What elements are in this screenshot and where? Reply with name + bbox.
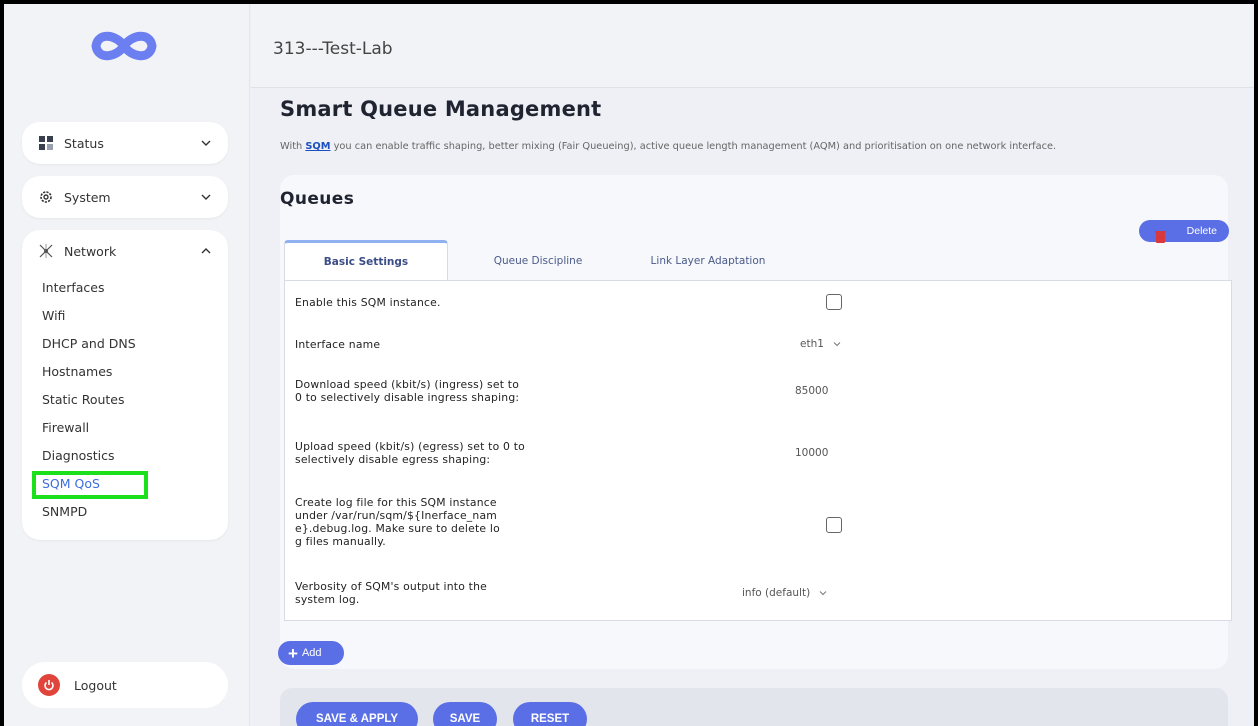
menu-label-system: System xyxy=(64,189,111,205)
sidebar-item-diagnostics[interactable]: Diagnostics xyxy=(22,442,228,470)
row-logfile: Create log file for this SQM instance un… xyxy=(295,487,1215,557)
menu-system[interactable]: System xyxy=(22,176,228,218)
top-bar: 313---Test-Lab xyxy=(251,4,1254,88)
sidebar-item-static-routes[interactable]: Static Routes xyxy=(22,386,228,414)
save-apply-button[interactable]: SAVE & APPLY xyxy=(296,702,418,726)
network-icon xyxy=(38,243,54,259)
enable-checkbox[interactable] xyxy=(826,294,842,310)
add-label: Add xyxy=(301,647,322,659)
row-upload: Upload speed (kbit/s) (egress) set to 0 … xyxy=(295,433,1215,473)
add-button[interactable]: + Add xyxy=(278,641,344,665)
tab-basic-settings[interactable]: Basic Settings xyxy=(284,240,448,281)
logfile-checkbox[interactable] xyxy=(826,517,842,533)
save-button[interactable]: SAVE xyxy=(433,702,497,726)
interface-label: Interface name xyxy=(295,337,381,351)
sidebar-item-interfaces[interactable]: Interfaces xyxy=(22,274,228,302)
page-title: Smart Queue Management xyxy=(280,97,602,121)
settings-panel: Enable this SQM instance. Interface name… xyxy=(284,280,1232,621)
menu-head-status[interactable]: Status xyxy=(22,122,228,164)
infinity-logo-icon[interactable] xyxy=(84,26,164,66)
logout-button[interactable]: Logout xyxy=(22,662,228,708)
queues-section: Queues Delete Basic Settings Queue Disci… xyxy=(280,175,1232,669)
sidebar: Status System Network Interfaces Wifi DH… xyxy=(4,4,250,726)
upload-label: Upload speed (kbit/s) (egress) set to 0 … xyxy=(295,440,525,466)
desc-prefix: With xyxy=(280,141,306,152)
desc-suffix: you can enable traffic shaping, better m… xyxy=(330,141,1057,152)
menu-status[interactable]: Status xyxy=(22,122,228,164)
chevron-down-icon xyxy=(818,588,828,598)
sidebar-item-sqm-qos[interactable]: SQM QoS xyxy=(22,470,228,499)
menu-head-system[interactable]: System xyxy=(22,176,228,218)
app-frame: Status System Network Interfaces Wifi DH… xyxy=(4,4,1254,726)
download-input[interactable]: 85000 xyxy=(795,385,828,397)
sqm-link[interactable]: SQM xyxy=(305,141,330,152)
verbosity-select[interactable]: info (default) xyxy=(742,587,828,599)
menu-network: Network Interfaces Wifi DHCP and DNS Hos… xyxy=(22,230,228,540)
menu-label-status: Status xyxy=(64,135,104,151)
sidebar-item-snmpd[interactable]: SNMPD xyxy=(22,498,228,526)
delete-label: Delete xyxy=(1186,225,1217,237)
verbosity-value: info (default) xyxy=(742,587,811,599)
tab-queue-discipline[interactable]: Queue Discipline xyxy=(448,240,628,281)
menu-label-network: Network xyxy=(64,243,117,259)
device-title: 313---Test-Lab xyxy=(273,39,393,59)
chevron-up-icon xyxy=(200,245,212,257)
upload-input[interactable]: 10000 xyxy=(795,447,828,459)
tab-bar: Basic Settings Queue Discipline Link Lay… xyxy=(284,240,788,281)
verbosity-label: Verbosity of SQM's output into the syste… xyxy=(295,580,487,606)
menu-head-network[interactable]: Network xyxy=(22,230,228,272)
sidebar-item-hostnames[interactable]: Hostnames xyxy=(22,358,228,386)
chevron-down-icon xyxy=(200,137,212,149)
interface-select[interactable]: eth1 xyxy=(800,338,842,350)
highlight-box xyxy=(32,471,148,499)
power-icon xyxy=(38,674,60,696)
action-footer: SAVE & APPLY SAVE RESET xyxy=(280,688,1228,726)
logout-label: Logout xyxy=(74,677,117,693)
trash-icon xyxy=(1155,230,1166,243)
gear-icon xyxy=(38,189,54,205)
sidebar-item-dhcp-dns[interactable]: DHCP and DNS xyxy=(22,330,228,358)
grid-icon xyxy=(38,135,54,151)
logfile-label: Create log file for this SQM instance un… xyxy=(295,496,500,548)
row-enable: Enable this SQM instance. xyxy=(295,291,1215,313)
interface-value: eth1 xyxy=(800,338,824,350)
sidebar-item-wifi[interactable]: Wifi xyxy=(22,302,228,330)
tab-link-layer-adaptation[interactable]: Link Layer Adaptation xyxy=(628,240,788,281)
enable-label: Enable this SQM instance. xyxy=(295,295,441,309)
section-title: Queues xyxy=(280,189,355,209)
reset-button[interactable]: RESET xyxy=(513,702,587,726)
main-content: Smart Queue Management With SQM you can … xyxy=(251,89,1254,726)
chevron-down-icon xyxy=(832,339,842,349)
network-submenu: Interfaces Wifi DHCP and DNS Hostnames S… xyxy=(22,272,228,536)
delete-button[interactable]: Delete xyxy=(1139,220,1229,243)
sidebar-item-firewall[interactable]: Firewall xyxy=(22,414,228,442)
page-description: With SQM you can enable traffic shaping,… xyxy=(280,141,1056,152)
download-label: Download speed (kbit/s) (ingress) set to… xyxy=(295,378,520,404)
row-interface: Interface name eth1 xyxy=(295,333,1215,355)
row-download: Download speed (kbit/s) (ingress) set to… xyxy=(295,371,1215,411)
plus-icon: + xyxy=(288,643,298,663)
row-verbosity: Verbosity of SQM's output into the syste… xyxy=(295,579,1215,607)
chevron-down-icon xyxy=(200,191,212,203)
